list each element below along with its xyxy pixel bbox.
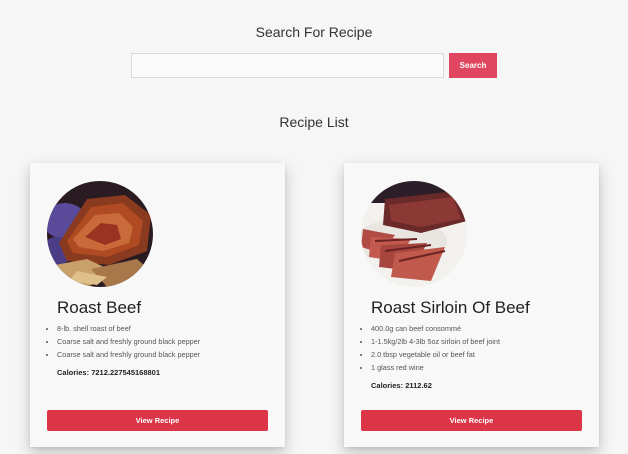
recipe-title: Roast Sirloin Of Beef (371, 298, 530, 317)
ingredient-list: 400.0g can beef consommé 1-1.5kg/2lb 4-3… (361, 322, 603, 374)
ingredient-item: 1 glass red wine (371, 361, 603, 374)
search-bar: Search (131, 53, 497, 78)
calories-text: Calories: 7212.227545168801 (57, 368, 160, 377)
recipe-app: Search For Recipe Search Recipe List Roa… (0, 0, 628, 454)
ingredient-item: 8-lb. shell roast of beef (57, 322, 289, 335)
calories-value: 2112.62 (405, 381, 432, 390)
search-input[interactable] (131, 53, 444, 78)
search-heading: Search For Recipe (255, 24, 373, 40)
calories-label: Calories: (57, 368, 90, 377)
ingredient-item: 2.0 tbsp vegetable oil or beef fat (371, 348, 603, 361)
calories-value: 7212.227545168801 (91, 368, 161, 377)
view-recipe-button[interactable]: View Recipe (361, 410, 582, 431)
view-recipe-button[interactable]: View Recipe (47, 410, 268, 431)
search-button[interactable]: Search (449, 53, 497, 78)
recipe-image-roast-beef (47, 181, 153, 287)
recipe-card: Roast Sirloin Of Beef 400.0g can beef co… (344, 163, 599, 447)
ingredient-item: Coarse salt and freshly ground black pep… (57, 335, 289, 348)
ingredient-item: 400.0g can beef consommé (371, 322, 603, 335)
recipe-list-heading: Recipe List (279, 114, 349, 130)
ingredient-item: Coarse salt and freshly ground black pep… (57, 348, 289, 361)
calories-label: Calories: (371, 381, 404, 390)
recipe-card: Roast Beef 8-lb. shell roast of beef Coa… (30, 163, 285, 447)
ingredient-list: 8-lb. shell roast of beef Coarse salt an… (47, 322, 289, 361)
calories-text: Calories: 2112.62 (371, 381, 432, 390)
ingredient-item: 1-1.5kg/2lb 4-3lb 5oz sirloin of beef jo… (371, 335, 603, 348)
recipe-image-roast-sirloin (361, 181, 467, 287)
recipe-title: Roast Beef (57, 298, 142, 317)
